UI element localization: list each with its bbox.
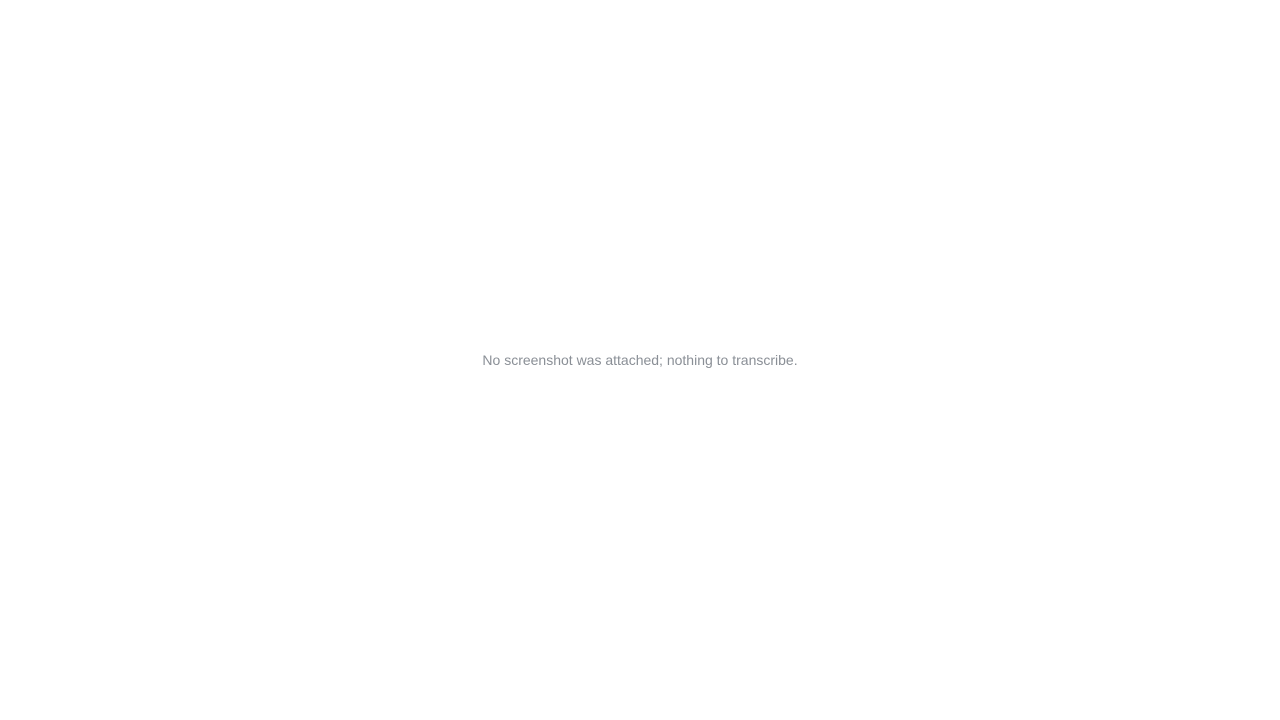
empty-canvas: No screenshot was attached; nothing to t… [0,0,1280,720]
placeholder-note: No screenshot was attached; nothing to t… [482,352,798,368]
